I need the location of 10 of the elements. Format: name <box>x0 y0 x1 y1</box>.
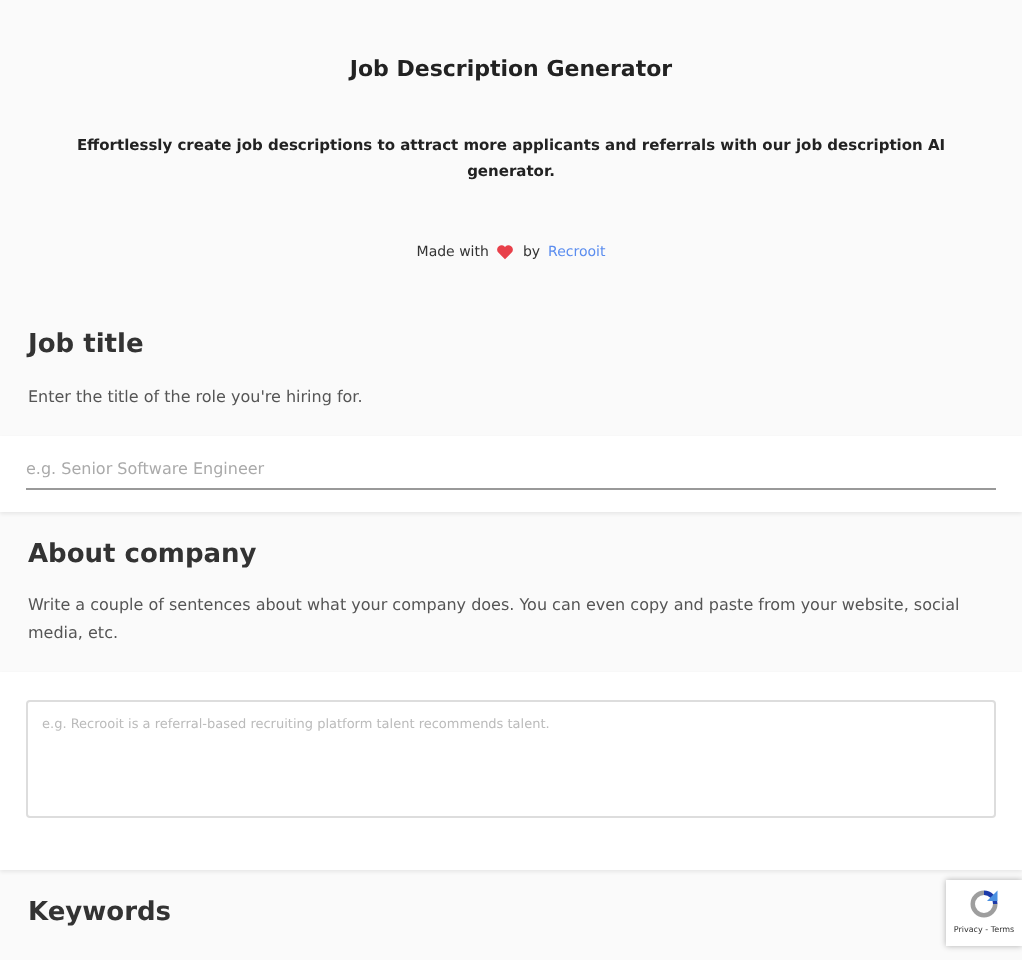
section-heading: Job title <box>28 328 144 364</box>
section-heading: About company <box>28 537 257 573</box>
input-panel[interactable]: e.g. Senior Software Engineer <box>0 435 1022 511</box>
section-heading: Keywords <box>28 896 172 932</box>
section-description: Enter the title of the role you're hiring for. <box>28 385 365 410</box>
heart-icon <box>496 243 515 260</box>
input-field[interactable]: e.g. Senior Software Engineer <box>26 457 996 489</box>
section-description: Write a couple of sentences about what your company does. You can even copy and paste from your website, social media, etc. <box>28 594 962 646</box>
page-title: Job Description Generator <box>349 54 673 86</box>
recaptcha-icon <box>966 886 1002 922</box>
